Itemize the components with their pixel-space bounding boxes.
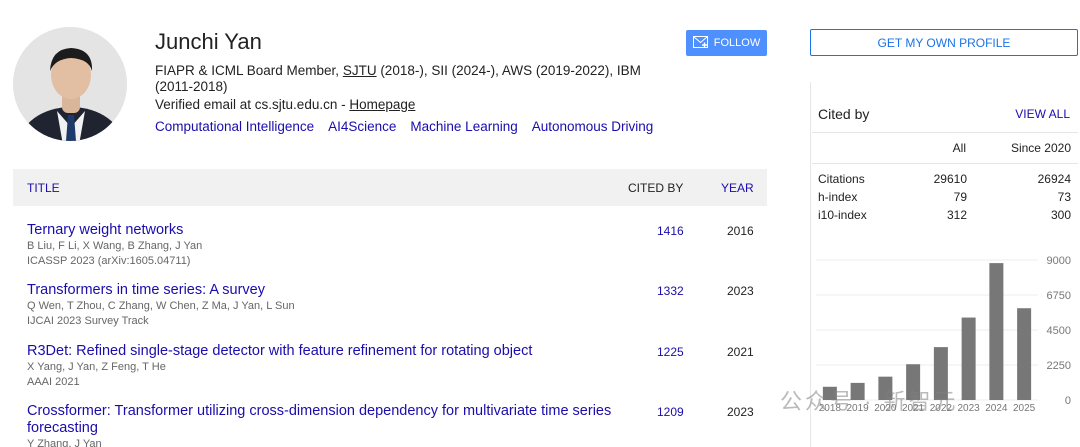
article-year: 2021 — [727, 345, 754, 359]
get-own-profile-button[interactable]: GET MY OWN PROFILE — [810, 29, 1078, 56]
cited-by-title: Cited by — [818, 106, 870, 122]
divider — [812, 132, 1078, 133]
metric-since: 26924 — [1037, 172, 1071, 186]
affiliation-link[interactable]: SJTU — [343, 63, 377, 78]
y-tick-label: 2250 — [1047, 360, 1071, 372]
article-row: Transformers in time series: A survey Q … — [27, 282, 767, 329]
article-title[interactable]: Crossformer: Transformer utilizing cross… — [27, 403, 617, 437]
view-all-link[interactable]: VIEW ALL — [1015, 107, 1070, 121]
profile-email: Verified email at cs.sjtu.edu.cn - Homep… — [155, 97, 415, 112]
article-cited-by[interactable]: 1416 — [657, 224, 684, 238]
metric-since: 73 — [1057, 190, 1071, 204]
metric-row: h-index 79 73 — [818, 190, 1071, 208]
article-row: Crossformer: Transformer utilizing cross… — [27, 403, 767, 447]
x-tick-label: 2023 — [958, 403, 981, 414]
divider — [812, 163, 1078, 164]
article-title[interactable]: Transformers in time series: A survey — [27, 282, 617, 299]
column-all-header: All — [952, 141, 966, 155]
article-row: Ternary weight networks B Liu, F Li, X W… — [27, 222, 767, 269]
sort-by-title[interactable]: TITLE — [27, 181, 60, 195]
metric-label: Citations — [818, 172, 865, 186]
interest-link[interactable]: AI4Science — [328, 119, 396, 134]
article-year: 2023 — [727, 284, 754, 298]
article-cited-by[interactable]: 1209 — [657, 405, 684, 419]
email-text: Verified email at cs.sjtu.edu.cn - — [155, 97, 350, 112]
profile-affiliation: FIAPR & ICML Board Member, SJTU (2018-),… — [155, 63, 675, 95]
article-cited-by[interactable]: 1225 — [657, 345, 684, 359]
metric-all: 79 — [953, 190, 967, 204]
profile-name: Junchi Yan — [155, 29, 262, 54]
homepage-link[interactable]: Homepage — [349, 97, 415, 112]
year-bar[interactable] — [1017, 308, 1032, 400]
metric-row: i10-index 312 300 — [818, 208, 1071, 226]
article-cited-by[interactable]: 1332 — [657, 284, 684, 298]
article-authors: X Yang, J Yan, Z Feng, T He — [27, 361, 166, 373]
research-interests: Computational Intelligence AI4Science Ma… — [155, 119, 653, 134]
follow-button[interactable]: FOLLOW — [686, 30, 767, 56]
profile-avatar — [13, 27, 127, 141]
article-year: 2023 — [727, 405, 754, 419]
metric-all: 312 — [946, 208, 967, 222]
metric-label: h-index — [818, 190, 858, 204]
x-tick-label: 2024 — [985, 403, 1008, 414]
article-year: 2016 — [727, 224, 754, 238]
article-authors: Q Wen, T Zhou, C Zhang, W Chen, Z Ma, J … — [27, 300, 295, 312]
metric-all: 29610 — [933, 172, 967, 186]
article-authors: B Liu, F Li, X Wang, B Zhang, J Yan — [27, 240, 203, 252]
sort-by-year[interactable]: YEAR — [721, 181, 754, 195]
article-title[interactable]: R3Det: Refined single-stage detector wit… — [27, 343, 617, 360]
article-authors: Y Zhang, J Yan — [27, 438, 102, 447]
article-venue: IJCAI 2023 Survey Track — [27, 315, 149, 327]
article-venue: AAAI 2021 — [27, 376, 80, 388]
envelope-icon — [692, 35, 708, 51]
y-tick-label: 9000 — [1047, 255, 1071, 267]
watermark-text: 公众号 · 新智元 — [780, 389, 959, 414]
year-bar[interactable] — [961, 317, 976, 400]
follow-label: FOLLOW — [713, 37, 761, 49]
metric-label: i10-index — [818, 208, 867, 222]
article-row: R3Det: Refined single-stage detector wit… — [27, 343, 767, 390]
interest-link[interactable]: Autonomous Driving — [532, 119, 654, 134]
x-tick-label: 2025 — [1013, 403, 1036, 414]
articles-table-header: TITLE CITED BY YEAR — [13, 169, 767, 206]
affiliation-prefix: FIAPR & ICML Board Member, — [155, 63, 343, 78]
column-since-header: Since 2020 — [1010, 141, 1071, 155]
article-title[interactable]: Ternary weight networks — [27, 222, 617, 239]
metric-since: 300 — [1050, 208, 1071, 222]
interest-link[interactable]: Machine Learning — [410, 119, 517, 134]
y-tick-label: 6750 — [1047, 290, 1071, 302]
metric-row: Citations 29610 26924 — [818, 172, 1071, 190]
interest-link[interactable]: Computational Intelligence — [155, 119, 314, 134]
y-tick-label: 0 — [1065, 395, 1071, 407]
y-tick-label: 4500 — [1047, 325, 1071, 337]
sort-by-citations[interactable]: CITED BY — [628, 181, 683, 195]
year-bar[interactable] — [989, 263, 1004, 400]
article-venue: ICASSP 2023 (arXiv:1605.04711) — [27, 255, 191, 267]
